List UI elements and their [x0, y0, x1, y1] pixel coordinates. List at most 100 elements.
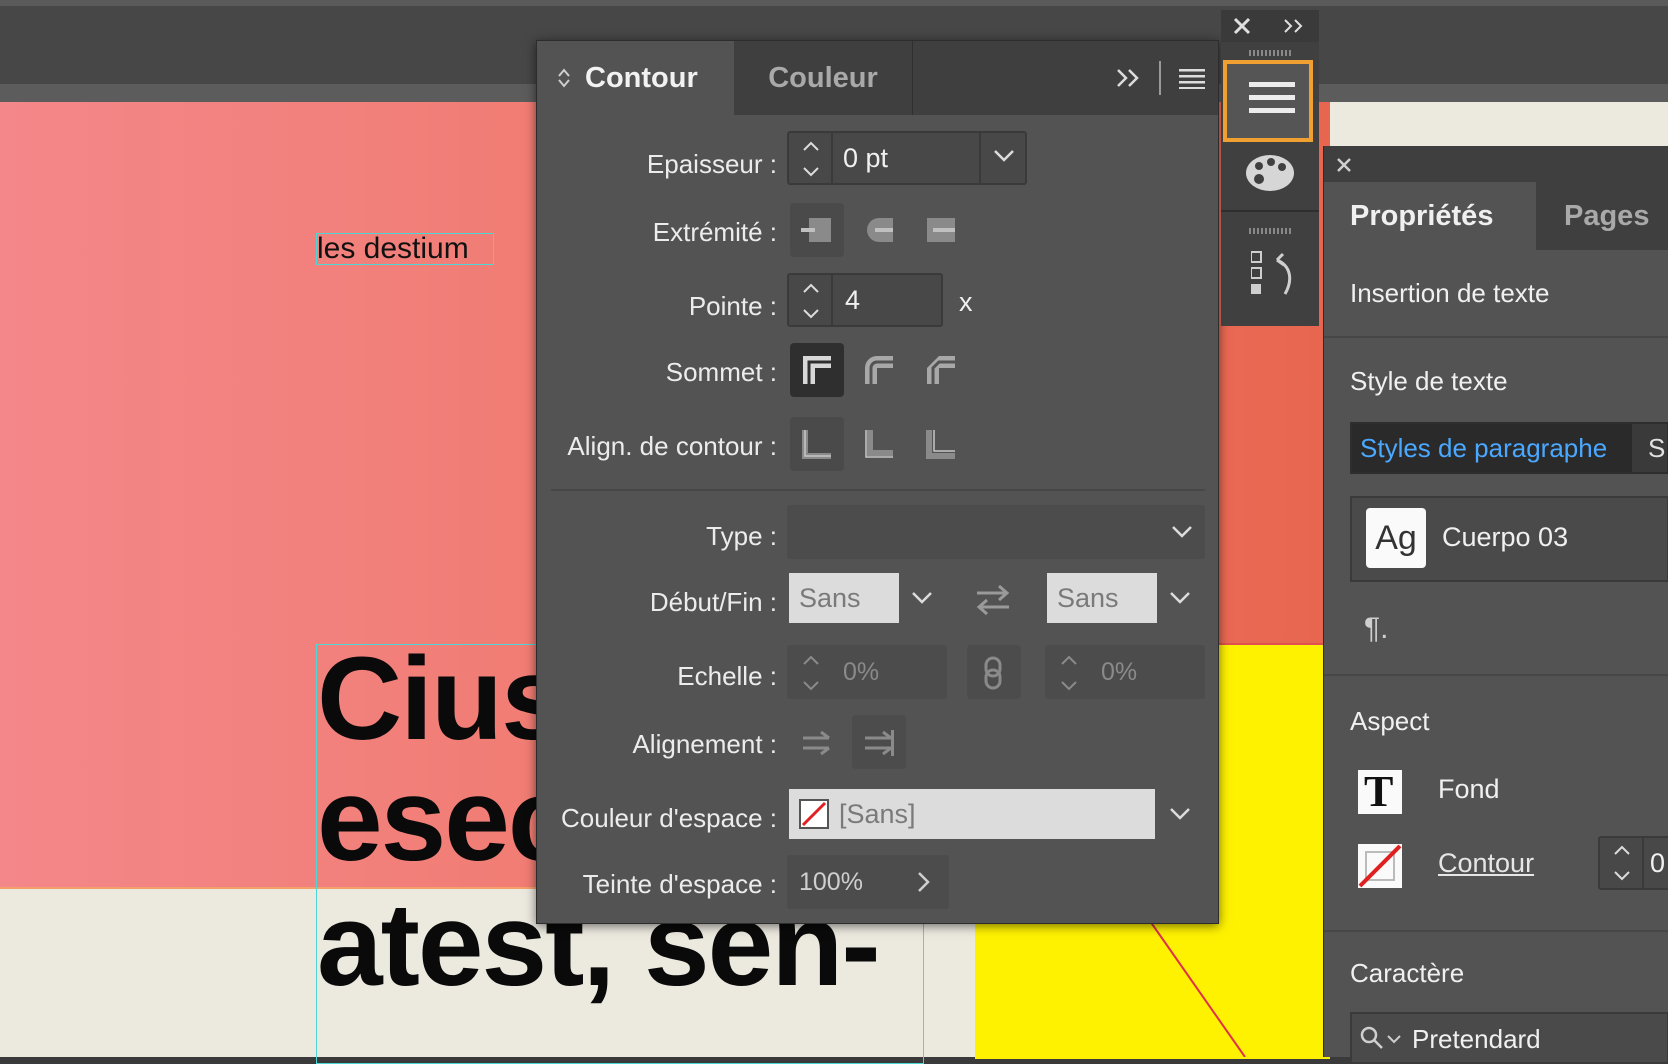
echelle-fin-field[interactable]: 0% [1045, 645, 1205, 699]
cap-square-button[interactable] [914, 203, 968, 257]
stroke-align-outside-icon [926, 430, 955, 459]
pointe-unit: x [959, 287, 973, 317]
join-round-button[interactable] [852, 343, 906, 397]
teinte-espace-row: Teinte d'espace : [537, 861, 777, 911]
chevron-down-icon[interactable] [1169, 591, 1191, 605]
couleur-espace-field[interactable]: [Sans] [789, 789, 1155, 839]
debut-fin-row: Début/Fin : [537, 579, 777, 629]
stroke-lines-icon [1249, 82, 1295, 113]
epaisseur-stepper[interactable] [789, 133, 833, 183]
cap-butt-button[interactable] [790, 203, 844, 257]
extremite-row: Extrémité : [537, 209, 777, 259]
close-icon[interactable] [1336, 157, 1352, 173]
arrow-align-outside-button[interactable] [852, 715, 906, 769]
sommet-label: Sommet : [665, 357, 777, 387]
font-family-field[interactable]: Pretendard [1350, 1012, 1668, 1064]
panel-tab-bar: Contour Couleur [537, 41, 1218, 115]
style-preview-text: Ag [1375, 519, 1417, 557]
tab-pages[interactable]: Pages [1536, 182, 1668, 250]
color-palette-icon[interactable] [1245, 152, 1295, 194]
align-inside-button[interactable] [852, 417, 906, 471]
panel-menu-icon[interactable] [1179, 67, 1207, 89]
collapse-toggle-icon[interactable] [557, 67, 571, 89]
no-color-swatch-icon [799, 799, 829, 829]
heading-line-1: Cius [317, 633, 567, 765]
fin-field[interactable]: Sans [1047, 573, 1157, 623]
stepper-arrows-icon [803, 141, 819, 177]
link-scale-button[interactable] [967, 645, 1021, 699]
join-miter-button[interactable] [790, 343, 844, 397]
tab-styles-paragraphe[interactable]: Styles de paragraphe [1352, 424, 1632, 472]
extremite-label: Extrémité : [652, 217, 777, 247]
chevron-down-icon[interactable] [1169, 807, 1191, 821]
chevron-down-icon[interactable] [1386, 1034, 1402, 1044]
couleur-espace-row: Couleur d'espace : [537, 795, 777, 845]
chevron-right-icon[interactable] [917, 871, 931, 893]
debut-value: Sans [799, 583, 861, 613]
teinte-espace-field[interactable]: 100% [787, 855, 949, 909]
pilcrow-icon[interactable]: ¶. [1364, 612, 1388, 646]
chevron-down-icon[interactable] [911, 591, 933, 605]
paragraph-style-selector[interactable]: Ag Cuerpo 03 [1350, 496, 1668, 582]
tab-styles-caractere[interactable]: S [1648, 424, 1665, 472]
align-center-button[interactable] [790, 417, 844, 471]
heading-line-2: esec [317, 754, 574, 886]
stroke-none-swatch-icon[interactable] [1356, 842, 1404, 890]
echelle-debut-stepper[interactable] [789, 647, 833, 697]
stepper-arrows-icon [1061, 655, 1077, 691]
align-outside-button[interactable] [914, 417, 968, 471]
history-icon[interactable] [1251, 250, 1295, 298]
stroke-panel-button[interactable] [1223, 60, 1313, 142]
fin-value: Sans [1057, 583, 1119, 613]
echelle-debut-field[interactable]: 0% [787, 645, 947, 699]
stepper-arrows-icon [1614, 845, 1630, 881]
stroke-align-inside-icon [865, 430, 893, 458]
pointe-row: Pointe : [537, 283, 777, 333]
fond-label: Fond [1438, 774, 1500, 804]
join-bevel-button[interactable] [914, 343, 968, 397]
drag-grip[interactable] [1249, 228, 1291, 234]
arrow-tip-inside-icon [803, 730, 830, 756]
cap-round-button[interactable] [852, 203, 906, 257]
pointe-field[interactable]: 4 [787, 273, 943, 327]
chain-link-icon [984, 656, 1002, 690]
type-dropdown[interactable] [787, 505, 1205, 559]
tab-proprietes[interactable]: Propriétés [1324, 182, 1536, 250]
contour-weight-stepper[interactable] [1600, 838, 1644, 888]
stepper-arrows-icon [803, 655, 819, 691]
pointe-stepper[interactable] [789, 275, 833, 325]
double-chevron-right-icon[interactable] [1115, 67, 1143, 89]
pointe-value: 4 [845, 285, 861, 315]
stepper-arrows-icon [803, 283, 819, 319]
echelle-fin-stepper[interactable] [1047, 647, 1091, 697]
aspect-heading: Aspect [1350, 706, 1430, 736]
close-icon[interactable] [1233, 17, 1251, 35]
tab-contour[interactable]: Contour [537, 41, 734, 115]
separator [1159, 61, 1161, 95]
arrow-align-inside-button[interactable] [790, 715, 844, 769]
double-chevron-right-icon[interactable] [1283, 18, 1305, 34]
couleur-espace-value: [Sans] [839, 799, 916, 829]
epaisseur-label: Epaisseur : [646, 149, 777, 179]
tab-contour-label: Contour [585, 62, 698, 94]
contour-weight-value: 0 [1650, 848, 1666, 878]
caractere-heading: Caractère [1350, 958, 1465, 988]
type-row: Type : [537, 513, 777, 563]
properties-tabs: Propriétés Pages [1324, 182, 1668, 250]
arrow-tip-outside-icon [865, 730, 894, 756]
tab-couleur[interactable]: Couleur [734, 41, 913, 115]
epaisseur-field[interactable]: 0 pt [787, 131, 1027, 185]
fill-text-swatch[interactable]: T [1358, 768, 1402, 816]
couleur-espace-label: Couleur d'espace : [561, 803, 777, 833]
properties-panel: Propriétés Pages Insertion de texte Styl… [1323, 146, 1668, 1064]
contour-weight-field[interactable]: 0 [1598, 836, 1668, 890]
teinte-espace-label: Teinte d'espace : [582, 869, 777, 899]
drag-grip[interactable] [1249, 50, 1291, 56]
search-icon [1360, 1026, 1383, 1049]
text-frame-small[interactable]: les destium [316, 233, 494, 265]
chevron-down-icon[interactable] [993, 149, 1015, 163]
contour-link[interactable]: Contour [1438, 848, 1534, 879]
debut-field[interactable]: Sans [789, 573, 899, 623]
style-preview-swatch: Ag [1366, 508, 1426, 568]
swap-arrows-icon[interactable] [975, 583, 1011, 617]
